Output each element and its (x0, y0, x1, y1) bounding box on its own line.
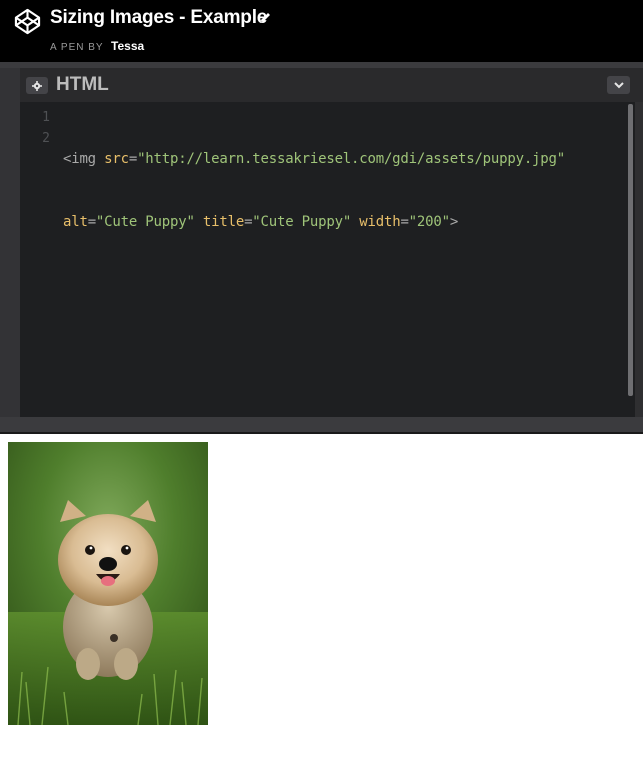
pen-title[interactable]: Sizing Images - Example (50, 7, 267, 29)
code-string: "Cute Puppy" (252, 214, 352, 230)
code-line: <img src="http://learn.tessakriesel.com/… (63, 149, 565, 170)
line-numbers: 1 2 (20, 107, 50, 149)
editor-scrollbar[interactable] (628, 104, 633, 396)
pencil-icon[interactable] (258, 11, 272, 25)
code-editor[interactable]: 1 2 <img src="http://learn.tessakriesel.… (20, 102, 635, 417)
line-number: 1 (42, 110, 50, 125)
code-attr: alt (63, 214, 88, 230)
preview-pane (0, 434, 643, 757)
code-eq: = (128, 151, 138, 167)
editor-header: HTML (20, 68, 643, 102)
code-string: "Cute Puppy" (95, 214, 195, 230)
code-attr: width (359, 214, 401, 230)
collapse-button[interactable] (607, 76, 630, 94)
author-link[interactable]: Tessa (111, 39, 144, 53)
code-line: alt="Cute Puppy" title="Cute Puppy" widt… (63, 212, 565, 233)
code-tag-open: <img (63, 151, 105, 167)
puppy-image (8, 442, 208, 725)
gear-icon (32, 80, 42, 91)
codepen-logo-icon[interactable] (14, 8, 41, 35)
pen-byline: A PEN BY Tessa (50, 37, 144, 55)
chevron-down-icon (613, 81, 624, 88)
code-eq: = (87, 214, 96, 230)
code-eq: = (400, 214, 409, 230)
editor-label: HTML (56, 74, 109, 95)
html-editor-panel: HTML 1 2 <img src="http://learn.tessakri… (0, 68, 643, 434)
byline-prefix: A PEN BY (50, 42, 104, 53)
code-text[interactable]: <img src="http://learn.tessakriesel.com/… (63, 107, 565, 275)
settings-button[interactable] (26, 77, 48, 94)
code-string: "200" (408, 214, 450, 230)
line-number: 2 (42, 131, 50, 146)
editor-resize-gutter[interactable] (0, 68, 20, 417)
pen-header: Sizing Images - Example A PEN BY Tessa (0, 0, 643, 62)
code-attr: title (202, 214, 245, 230)
code-attr: src (104, 151, 129, 167)
code-tag-close: > (449, 214, 459, 230)
code-string: "http://learn.tessakriesel.com/gdi/asset… (137, 151, 565, 167)
